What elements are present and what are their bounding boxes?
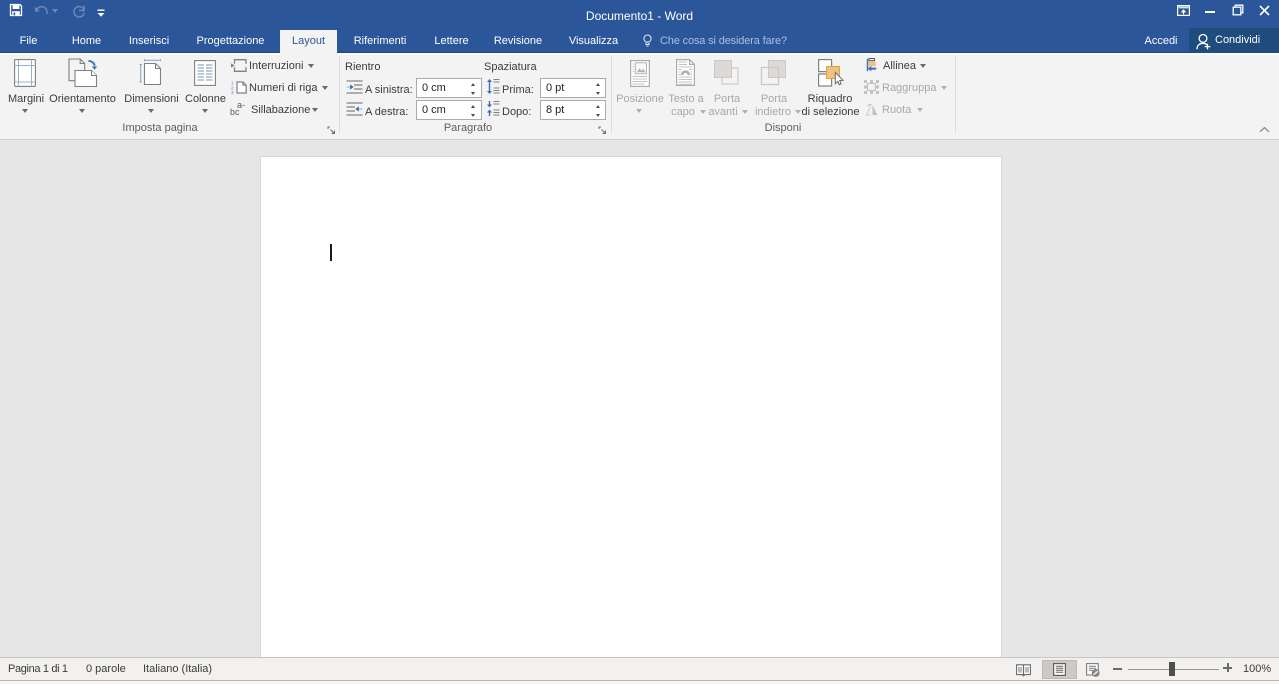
- svg-text:3: 3: [231, 90, 234, 95]
